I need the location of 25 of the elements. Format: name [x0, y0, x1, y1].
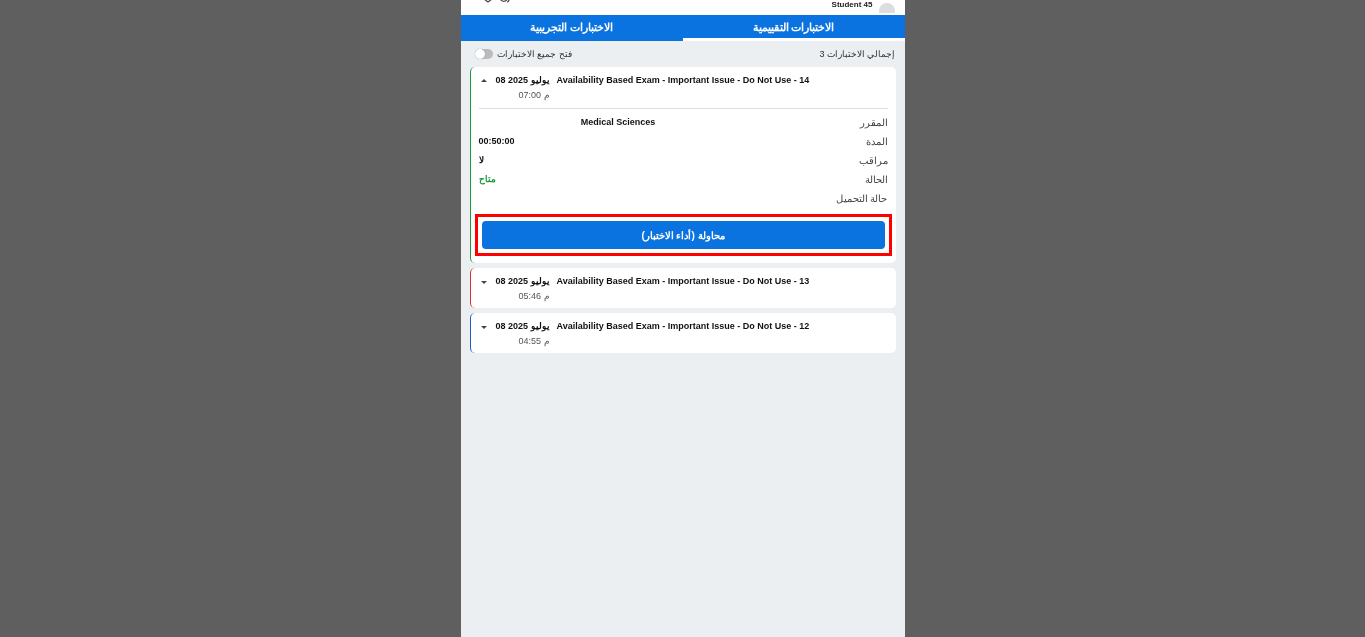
tab[interactable]: الاختبارات التقييمية: [682, 15, 905, 41]
detail-label: المدة: [864, 136, 888, 147]
exam-date: 08 يوليو 2025: [495, 276, 550, 286]
detail-value: لا: [478, 155, 484, 165]
user-name: Student 45: [831, 0, 873, 9]
exam-date: 08 يوليو 2025: [495, 321, 550, 331]
exam-time: 04:55 م: [518, 336, 550, 346]
exam-date: 08 يوليو 2025: [495, 75, 550, 85]
attempt-button[interactable]: محاولة (أداء الاختبار): [481, 221, 885, 249]
detail-label: الحالة: [863, 174, 888, 185]
exam-title: Availability Based Exam - Important Issue - Do Not Use - 12: [556, 321, 810, 331]
detail-value: متاح: [478, 174, 496, 184]
detail-label: حالة التحميل: [834, 193, 888, 204]
toggle-label: فتح جميع الاختبارات: [496, 49, 572, 59]
tab[interactable]: الاختبارات التجريبية: [460, 15, 683, 41]
exam-time: 05:46 م: [518, 291, 550, 301]
detail-label: المقرر: [858, 117, 888, 128]
detail-label: مراقب: [857, 155, 888, 166]
exam-title: Availability Based Exam - Important Issue - Do Not Use - 13: [556, 276, 810, 286]
open-all-toggle[interactable]: [474, 49, 493, 59]
detail-value: 00:50:00: [478, 136, 515, 146]
exam-count: إجمالي الاختبارات 3: [819, 49, 896, 59]
exam-time: 07:00 م: [518, 90, 550, 100]
detail-value: Medical Sciences: [580, 117, 656, 127]
exam-title: Availability Based Exam - Important Issue - Do Not Use - 14: [556, 75, 810, 85]
